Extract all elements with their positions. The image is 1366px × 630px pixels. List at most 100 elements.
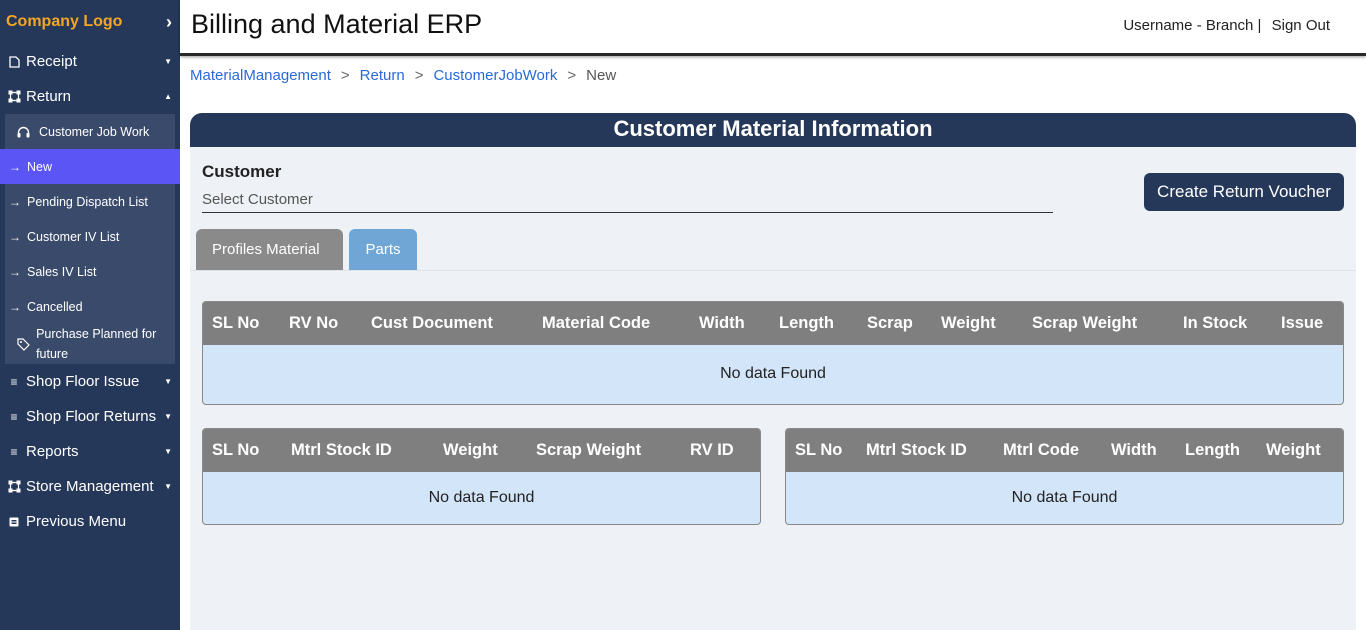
customer-label: Customer	[202, 162, 282, 181]
sign-out-link[interactable]: Sign Out	[1272, 17, 1330, 34]
tag-icon	[17, 337, 36, 351]
tab-parts[interactable]: Parts	[349, 229, 417, 270]
sidebar-item-shop-floor-issue[interactable]: ≡ Shop Floor Issue ▼	[0, 364, 180, 399]
empty-message: No data Found	[1011, 489, 1118, 506]
sub-item-pending-dispatch-list[interactable]: → Pending Dispatch List	[5, 184, 175, 219]
table-header-row: SL No Mtrl Stock ID Weight Scrap Weight …	[203, 429, 760, 472]
sub-item-sales-iv-list[interactable]: → Sales IV List	[5, 254, 175, 289]
sub-item-label: New	[27, 159, 53, 174]
sidebar-item-return[interactable]: Return ▲	[0, 79, 180, 114]
sidebar-item-label: Shop Floor Issue	[26, 373, 140, 390]
top-header: Billing and Material ERP Username - Bran…	[180, 0, 1366, 56]
create-return-voucher-button[interactable]: Create Return Voucher	[1144, 173, 1344, 211]
col-header[interactable]: Mtrl Code	[1003, 441, 1079, 460]
col-header[interactable]: Scrap Weight	[1032, 314, 1137, 333]
company-logo[interactable]: Company Logo	[6, 13, 122, 31]
sidebar-item-label: Store Management	[26, 478, 154, 495]
panel-title: Customer Material Information	[190, 113, 1356, 147]
sub-item-new[interactable]: → New	[0, 149, 180, 184]
sidebar-item-previous-menu[interactable]: Previous Menu	[0, 504, 180, 539]
tab-divider	[190, 270, 1356, 271]
sub-item-label: Cancelled	[27, 299, 83, 314]
col-header[interactable]: Scrap Weight	[536, 441, 641, 460]
return-submenu: Customer Job Work → New → Pending Dispat…	[0, 114, 180, 364]
sidebar-item-label: Shop Floor Returns	[26, 408, 157, 425]
arrow-right-icon: →	[9, 264, 21, 279]
menu-box-icon	[6, 517, 22, 527]
col-header[interactable]: Length	[779, 314, 834, 333]
document-icon	[6, 55, 22, 68]
col-header[interactable]: Weight	[443, 441, 498, 460]
breadcrumb-separator: >	[340, 67, 350, 84]
col-header[interactable]: Scrap	[867, 314, 913, 333]
username-branch: Username - Branch |	[1123, 17, 1262, 34]
arrow-right-icon: →	[9, 194, 21, 209]
tab-profiles-material[interactable]: Profiles Material	[196, 229, 343, 270]
sidebar-menu: Receipt ▼ Return ▲ Customer Job Work → N…	[0, 44, 180, 539]
sidebar-item-label: Receipt	[26, 53, 77, 70]
caret-down-icon: ▼	[164, 412, 172, 421]
logo-row: Company Logo ›	[0, 0, 180, 44]
col-header[interactable]: Mtrl Stock ID	[866, 441, 967, 460]
breadcrumb-current: New	[586, 67, 617, 84]
col-header[interactable]: Issue	[1281, 314, 1323, 333]
sidebar-toggle-icon[interactable]: ›	[166, 12, 172, 33]
sub-item-cancelled[interactable]: → Cancelled	[5, 289, 175, 324]
list-icon: ≡	[10, 444, 18, 459]
caret-down-icon: ▼	[164, 482, 172, 491]
col-header[interactable]: Weight	[1266, 441, 1321, 460]
material-table: SL No RV No Cust Document Material Code …	[202, 301, 1344, 405]
sub-item-label: Pending Dispatch List	[27, 194, 148, 209]
empty-message: No data Found	[428, 489, 535, 506]
sidebar-item-store-management[interactable]: Store Management ▼	[0, 469, 180, 504]
user-area: Username - Branch | Sign Out	[1123, 17, 1330, 34]
sidebar-item-reports[interactable]: ≡ Reports ▼	[0, 434, 180, 469]
arrow-right-icon: →	[9, 159, 21, 174]
stock-table: SL No Mtrl Stock ID Weight Scrap Weight …	[202, 428, 761, 525]
sub-item-customer-job-work[interactable]: Customer Job Work	[5, 114, 175, 149]
app-title: Billing and Material ERP	[191, 9, 483, 39]
col-header[interactable]: Width	[1111, 441, 1157, 460]
breadcrumb: MaterialManagement > Return > CustomerJo…	[190, 67, 616, 84]
arrow-right-icon: →	[9, 229, 21, 244]
table-header-row: SL No Mtrl Stock ID Mtrl Code Width Leng…	[786, 429, 1343, 472]
headphones-icon	[17, 126, 39, 138]
col-header[interactable]: RV No	[289, 314, 338, 333]
customer-select[interactable]: Select Customer	[202, 191, 1053, 213]
breadcrumb-separator: >	[414, 67, 424, 84]
parts-stock-table: SL No Mtrl Stock ID Mtrl Code Width Leng…	[785, 428, 1344, 525]
table-header-row: SL No RV No Cust Document Material Code …	[203, 302, 1343, 345]
col-header[interactable]: RV ID	[690, 441, 734, 460]
col-header[interactable]: Width	[699, 314, 745, 333]
col-header[interactable]: SL No	[212, 441, 259, 460]
breadcrumb-return[interactable]: Return	[360, 67, 405, 84]
nodes-icon	[6, 90, 22, 103]
caret-up-icon: ▲	[164, 92, 172, 101]
sub-item-purchase-planned[interactable]: Purchase Planned for future	[5, 324, 175, 364]
col-header[interactable]: Length	[1185, 441, 1240, 460]
col-header[interactable]: Weight	[941, 314, 996, 333]
sidebar-item-label: Reports	[26, 443, 79, 460]
sub-item-label: Sales IV List	[27, 264, 97, 279]
breadcrumb-customer-job-work[interactable]: CustomerJobWork	[433, 67, 557, 84]
arrow-right-icon: →	[9, 299, 21, 314]
breadcrumb-separator: >	[567, 67, 577, 84]
breadcrumb-material-management[interactable]: MaterialManagement	[190, 67, 331, 84]
sidebar-item-shop-floor-returns[interactable]: ≡ Shop Floor Returns ▼	[0, 399, 180, 434]
sidebar-item-label: Previous Menu	[26, 513, 127, 530]
col-header[interactable]: Cust Document	[371, 314, 493, 333]
col-header[interactable]: Mtrl Stock ID	[291, 441, 392, 460]
sub-item-label: Customer Job Work	[39, 124, 150, 139]
col-header[interactable]: Material Code	[542, 314, 650, 333]
sidebar-item-label: Return	[26, 88, 72, 105]
list-icon: ≡	[10, 374, 18, 389]
col-header[interactable]: In Stock	[1183, 314, 1247, 333]
list-icon: ≡	[10, 409, 18, 424]
col-header[interactable]: SL No	[795, 441, 842, 460]
caret-down-icon: ▼	[164, 57, 172, 66]
col-header[interactable]: SL No	[212, 314, 259, 333]
sub-item-label: Purchase Planned for future	[36, 327, 157, 361]
sub-item-customer-iv-list[interactable]: → Customer IV List	[5, 219, 175, 254]
sidebar: Company Logo › Receipt ▼ Return ▲ Custom…	[0, 0, 180, 630]
sidebar-item-receipt[interactable]: Receipt ▼	[0, 44, 180, 79]
